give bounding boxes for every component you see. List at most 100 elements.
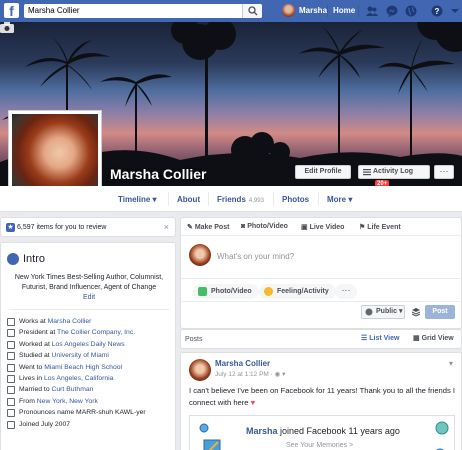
- topbar-divider: [358, 5, 359, 17]
- chevron-down-icon[interactable]: [448, 4, 462, 18]
- fact-icon: [7, 329, 15, 338]
- tab-about[interactable]: About: [177, 195, 200, 204]
- see-memories-link[interactable]: See Your Memories >: [286, 442, 353, 449]
- tab-photo-video-label: Photo/Video: [247, 223, 288, 230]
- tab-make-post-label: Make Post: [194, 224, 230, 231]
- tab-timeline[interactable]: Timeline ▾: [118, 195, 157, 204]
- fact-icon: [7, 363, 15, 372]
- friends-icon[interactable]: [365, 4, 379, 18]
- more-composer-options-button[interactable]: ···: [335, 284, 357, 299]
- composer-avatar: [189, 244, 211, 266]
- topbar-divider: [327, 5, 328, 17]
- feeling-activity-label: Feeling/Activity: [277, 288, 329, 295]
- nav-divider: [273, 192, 274, 206]
- fact-icon: [7, 318, 15, 326]
- search-box[interactable]: [24, 4, 262, 18]
- fact-link[interactable]: Curt Buthman: [51, 386, 93, 393]
- smiley-icon: [264, 287, 273, 296]
- photo-video-button[interactable]: Photo/Video: [193, 284, 259, 299]
- chevron-down-icon[interactable]: ▾: [449, 359, 453, 368]
- fact-link[interactable]: Los Angeles, California: [44, 375, 114, 382]
- close-icon[interactable]: ×: [164, 222, 169, 232]
- layers-icon[interactable]: [411, 307, 421, 317]
- status-input[interactable]: What's on your mind?: [217, 252, 294, 261]
- memory-card[interactable]: Marsha joined Facebook 11 years ago See …: [189, 415, 455, 450]
- search-input[interactable]: [28, 6, 228, 15]
- review-items-card[interactable]: ★ 6,597 items for you to review ×: [0, 217, 176, 237]
- list-view-label: List View: [369, 335, 400, 342]
- fact-icon: [7, 409, 15, 418]
- intro-facts-list: Works at Marsha Collier President at The …: [7, 316, 175, 430]
- list-icon: [363, 169, 371, 176]
- facebook-logo[interactable]: f: [4, 3, 19, 19]
- nav-divider: [208, 192, 209, 206]
- globe-icon: [365, 308, 373, 316]
- post-avatar[interactable]: [189, 359, 211, 381]
- fact-text: Pronounces name MARR-shuh KAWL-yer: [19, 409, 146, 417]
- review-items-text[interactable]: 6,597 items for you to review: [17, 224, 107, 231]
- fact-link[interactable]: Marsha Collier: [48, 318, 92, 325]
- post-timestamp[interactable]: July 12 at 1:12 PM · ◉ ▾: [215, 370, 285, 378]
- tab-make-post[interactable]: ✎ Make Post: [187, 223, 229, 231]
- audience-selector[interactable]: Public ▾: [361, 305, 405, 319]
- photo-video-label: Photo/Video: [211, 288, 252, 295]
- camera-icon[interactable]: [0, 22, 14, 33]
- tab-photos[interactable]: Photos: [282, 195, 309, 204]
- post-button[interactable]: Post: [425, 305, 455, 319]
- intro-fact: Works at Marsha Collier: [7, 316, 175, 327]
- tab-live-video[interactable]: ▣ Live Video: [301, 223, 344, 231]
- activity-log-label: Activity Log: [373, 168, 414, 175]
- video-icon: ▣: [301, 224, 308, 231]
- intro-fact: Worked at Los Angeles Daily News: [7, 339, 175, 350]
- fact-text: President at: [19, 329, 58, 337]
- post-author[interactable]: Marsha Collier: [215, 359, 270, 368]
- fact-link[interactable]: New York, New York: [37, 398, 98, 405]
- fact-link[interactable]: The Collier Company, Inc.: [57, 329, 135, 336]
- intro-fact: Married to Curt Buthman: [7, 384, 175, 395]
- photo-icon: [198, 287, 207, 296]
- user-name-link[interactable]: Marsha: [299, 6, 327, 15]
- composer-tabs: ✎ Make Post ◙ Photo/Video ▣ Live Video ⚑…: [181, 218, 462, 236]
- fact-link[interactable]: Miami Beach High School: [44, 364, 122, 371]
- activity-log-button[interactable]: Activity Log20+: [358, 165, 430, 188]
- messenger-icon[interactable]: [385, 4, 399, 18]
- fact-text: Married to: [19, 386, 52, 394]
- more-options-button[interactable]: ···: [434, 165, 454, 179]
- user-avatar[interactable]: [282, 4, 295, 17]
- help-icon[interactable]: ?: [430, 4, 444, 18]
- friends-count: 4,993: [248, 198, 264, 204]
- globe-icon[interactable]: [404, 4, 418, 18]
- search-button[interactable]: [242, 4, 262, 18]
- tab-life-event[interactable]: ⚑ Life Event: [359, 223, 401, 231]
- list-view-button[interactable]: ☰ List View: [361, 334, 399, 342]
- edit-profile-button[interactable]: Edit Profile: [295, 165, 351, 179]
- svg-text:?: ?: [435, 7, 440, 16]
- tab-photo-video[interactable]: ◙ Photo/Video: [241, 223, 288, 230]
- edit-bio-link[interactable]: Edit: [1, 294, 177, 301]
- intro-divider: [9, 309, 169, 310]
- tab-friends[interactable]: Friends 4,993: [217, 195, 264, 204]
- grid-view-button[interactable]: ▦ Grid View: [413, 334, 454, 342]
- fact-text: Lives in: [19, 374, 44, 382]
- heart-icon: ♥: [250, 397, 256, 407]
- camera-icon: ◙: [241, 223, 246, 230]
- fact-icon: [7, 386, 15, 395]
- top-navigation-bar: f Marsha Home ?: [0, 0, 462, 22]
- fact-icon: [7, 352, 15, 361]
- tab-more[interactable]: More ▾: [327, 195, 352, 204]
- edit-profile-label: Edit Profile: [304, 168, 342, 175]
- tab-friends-label: Friends: [217, 195, 246, 204]
- intro-fact: Went to Miami Beach High School: [7, 362, 175, 373]
- fact-link[interactable]: University of Miami: [52, 352, 109, 359]
- fact-link[interactable]: Los Angeles Daily News: [52, 341, 125, 348]
- nav-divider: [168, 192, 169, 206]
- home-link[interactable]: Home: [333, 6, 355, 15]
- feeling-activity-button[interactable]: Feeling/Activity: [259, 284, 336, 299]
- post-card: Marsha Collier July 12 at 1:12 PM · ◉ ▾ …: [180, 352, 462, 450]
- posts-label: Posts: [185, 336, 203, 343]
- audience-label: Public ▾: [376, 308, 403, 315]
- fact-icon: [7, 397, 15, 406]
- profile-name[interactable]: Marsha Collier: [110, 166, 206, 182]
- composer-actions: Photo/Video Feeling/Activity ···: [181, 278, 462, 302]
- decoration-icons: [435, 421, 449, 450]
